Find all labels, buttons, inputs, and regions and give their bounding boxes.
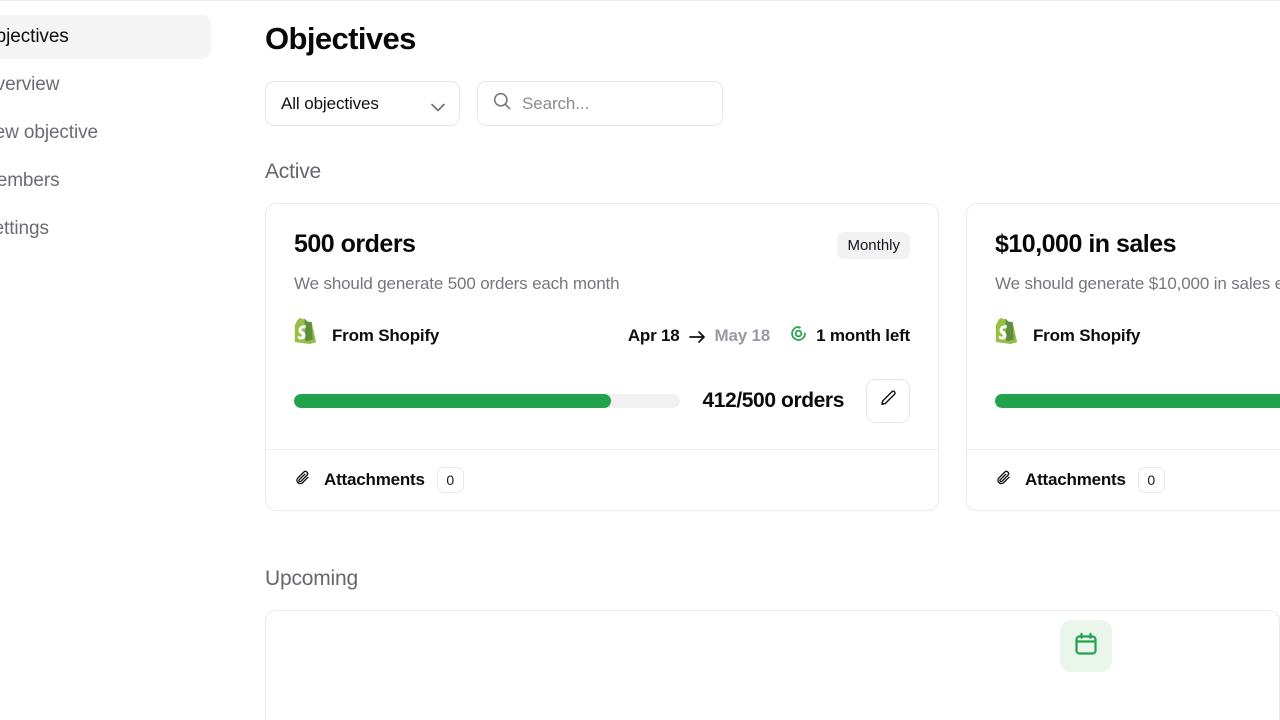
progress-track — [995, 394, 1280, 408]
sidebar-item-label: Members — [0, 170, 60, 191]
section-heading-active: Active — [265, 160, 321, 183]
objective-source-name: From Shopify — [1033, 325, 1141, 345]
objective-meta-row: From Shopify Apr 18 May 18 — [995, 318, 1280, 353]
objective-description: We should generate $10,000 in sales each… — [995, 274, 1280, 293]
sidebar-item-overview[interactable]: Overview — [0, 63, 211, 107]
shopify-icon — [995, 318, 1021, 353]
progress-label: 412/500 orders — [702, 389, 844, 412]
arrow-right-icon — [688, 329, 706, 343]
date-start: Apr 18 — [627, 325, 680, 345]
shopify-icon — [294, 318, 320, 353]
attachments-footer[interactable]: Attachments 0 — [266, 449, 938, 510]
search-icon — [493, 92, 511, 115]
chevron-down-icon — [431, 99, 445, 112]
objective-card[interactable]: $10,000 in sales We should generate $10,… — [966, 203, 1280, 511]
calendar-icon-chip — [1060, 620, 1112, 672]
sidebar-item-label: New objective — [0, 122, 98, 143]
search-input[interactable] — [522, 93, 707, 114]
progress-track — [294, 394, 681, 408]
progress-fill — [995, 394, 1280, 408]
main-content: Objectives All objectives Search... Acti… — [265, 1, 1280, 720]
sidebar-item-settings[interactable]: Settings — [0, 207, 211, 251]
objective-card-header: $10,000 in sales — [995, 228, 1280, 260]
paperclip-icon — [294, 469, 312, 492]
objective-description: We should generate 500 orders each month — [294, 274, 620, 293]
page-title: Objectives — [265, 21, 416, 56]
sidebar: Objectives Overview New objective Member… — [0, 1, 212, 720]
cadence-badge: Monthly — [837, 232, 910, 259]
search-box[interactable] — [477, 81, 723, 126]
sidebar-item-label: Objectives — [0, 26, 69, 47]
objective-progress-row: 412/500 orders — [294, 379, 910, 423]
paperclip-icon — [995, 469, 1013, 492]
objective-card-body: $10,000 in sales We should generate $10,… — [967, 204, 1280, 449]
objective-title: 500 orders — [294, 230, 416, 258]
objective-dates: Apr 18 May 18 1 month left — [628, 324, 910, 348]
objectives-filter-select[interactable]: All objectives — [265, 81, 460, 126]
objective-source: From Shopify — [294, 318, 439, 353]
attachments-label: Attachments — [324, 470, 425, 489]
sidebar-item-label: Settings — [0, 218, 49, 239]
calendar-icon — [1073, 631, 1099, 662]
objective-title: $10,000 in sales — [995, 230, 1177, 258]
pencil-icon — [879, 389, 898, 413]
date-end: May 18 — [714, 325, 771, 345]
timer-icon — [789, 324, 808, 348]
objective-card-header: 500 orders Monthly — [294, 228, 910, 260]
sidebar-item-label: Overview — [0, 74, 60, 95]
upcoming-empty-card[interactable] — [265, 610, 1280, 720]
sidebar-item-members[interactable]: Members — [0, 159, 211, 203]
objective-source: From Shopify — [995, 318, 1140, 353]
attachments-count: 0 — [436, 467, 464, 493]
objective-progress-row: 8,120/10,000 — [995, 379, 1280, 423]
active-objectives-list: 500 orders Monthly We should generate 50… — [265, 203, 1280, 511]
objective-meta-row: From Shopify Apr 18 May 18 — [294, 318, 910, 353]
time-left-text: 1 month left — [816, 325, 910, 345]
attachments-footer[interactable]: Attachments 0 — [967, 449, 1280, 510]
objective-time-left: 1 month left — [789, 324, 910, 348]
objectives-filter-value: All objectives — [281, 93, 379, 113]
objective-source-name: From Shopify — [332, 325, 440, 345]
section-heading-upcoming: Upcoming — [265, 567, 358, 590]
sidebar-item-objectives[interactable]: Objectives — [0, 15, 211, 59]
attachments-label: Attachments — [1025, 470, 1126, 489]
attachments-count: 0 — [1137, 467, 1165, 493]
sidebar-item-new-objective[interactable]: New objective — [0, 111, 211, 155]
objective-card-body: 500 orders Monthly We should generate 50… — [266, 204, 938, 449]
toolbar: All objectives — [265, 81, 1280, 126]
progress-fill — [294, 394, 611, 408]
edit-progress-button[interactable] — [866, 379, 910, 423]
objective-card[interactable]: 500 orders Monthly We should generate 50… — [265, 203, 939, 511]
objectives-page: Objectives Overview New objective Member… — [0, 0, 1280, 720]
